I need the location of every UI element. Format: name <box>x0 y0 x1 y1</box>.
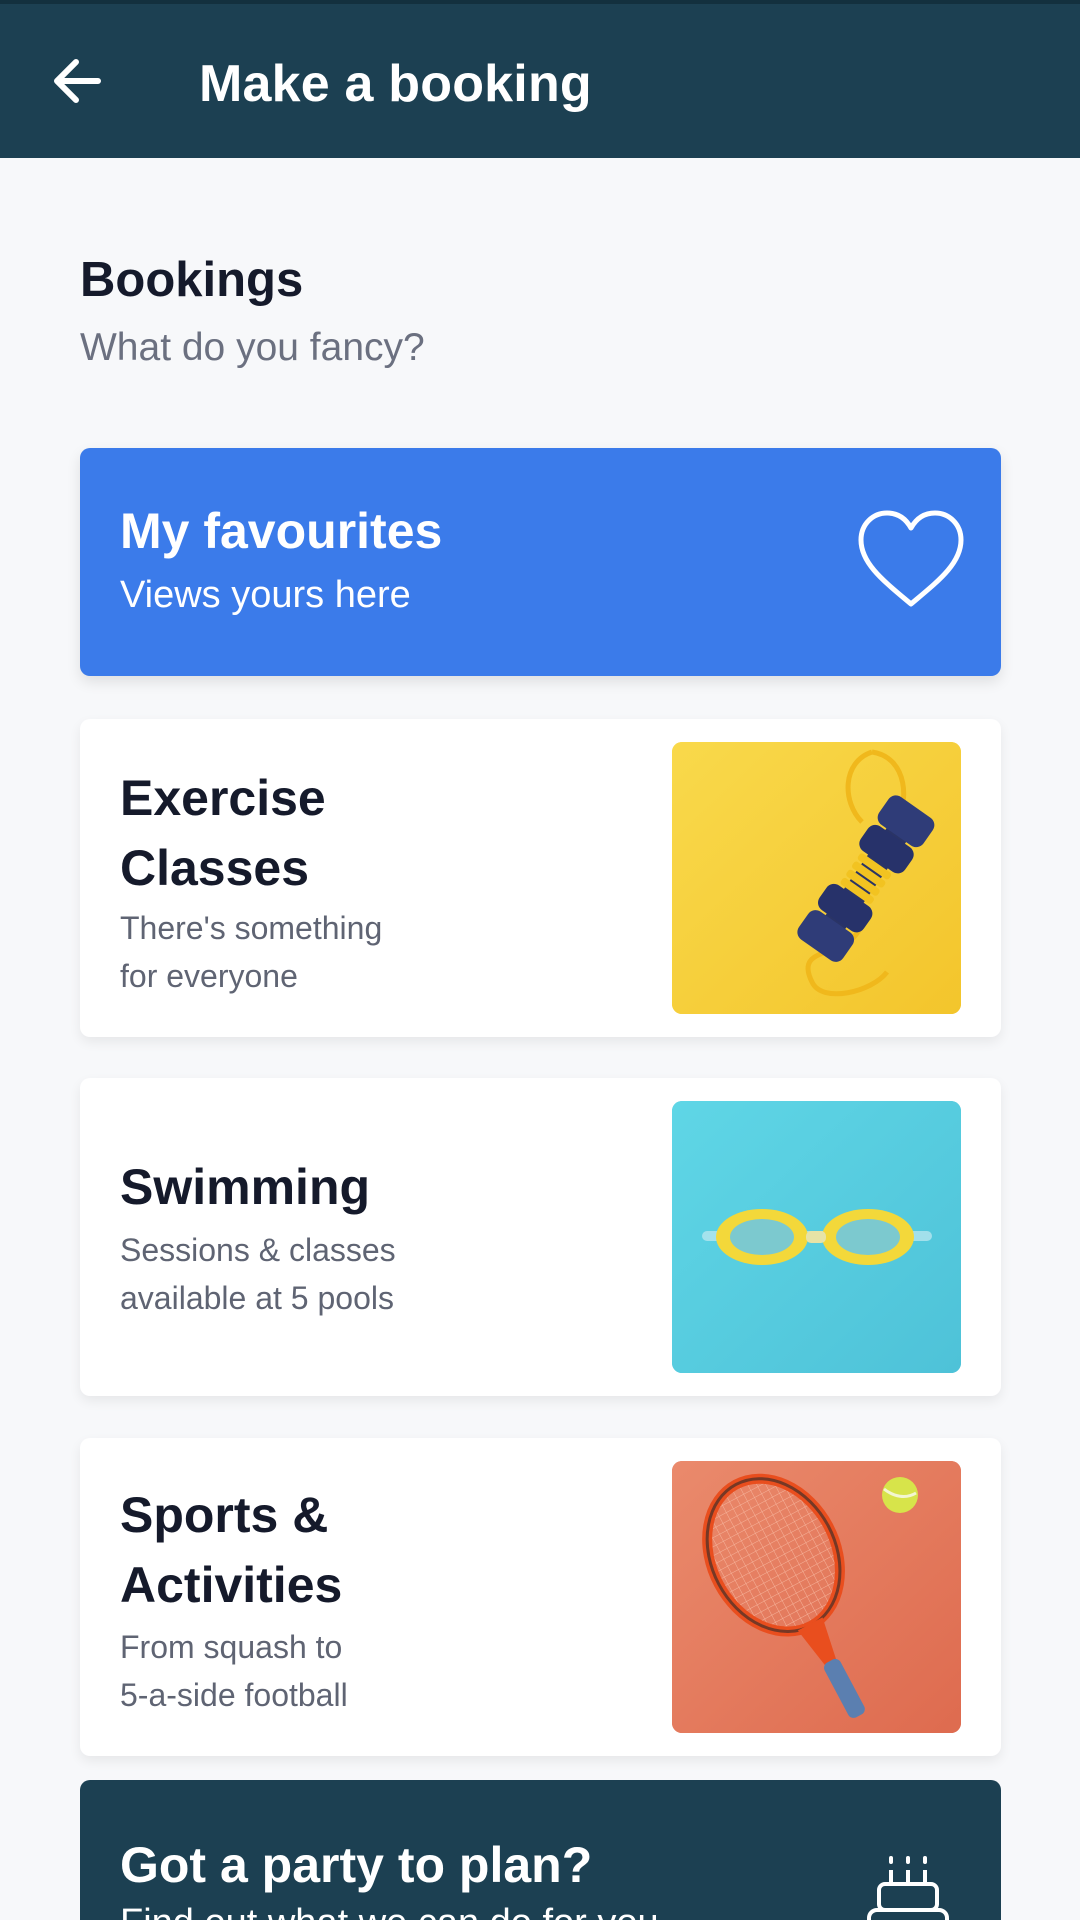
card-subtitle: for everyone <box>120 958 298 994</box>
section-title: Bookings <box>80 253 304 307</box>
party-title: Got a party to plan? <box>120 1837 593 1893</box>
card-title: Exercise <box>120 770 326 826</box>
party-card[interactable]: Got a party to plan? Find out what we ca… <box>80 1780 1001 1920</box>
heart-icon <box>858 510 964 607</box>
favourites-title: My favourites <box>120 503 443 559</box>
page-title: Make a booking <box>199 55 592 113</box>
section-subtitle: What do you fancy? <box>80 326 425 369</box>
card-subtitle: available at 5 pools <box>120 1280 394 1316</box>
card-title: Swimming <box>120 1159 371 1215</box>
tennis-racket-image <box>672 1461 961 1733</box>
arrow-left-icon <box>54 59 101 103</box>
card-subtitle: From squash to <box>120 1629 343 1665</box>
card-subtitle: There's something <box>120 910 383 946</box>
app-bar: Make a booking <box>0 0 1080 158</box>
sports-activities-card[interactable]: Sports & Activities From squash to 5-a-s… <box>80 1438 1001 1756</box>
cake-icon <box>867 1856 949 1920</box>
swim-goggles-image <box>672 1101 961 1373</box>
card-subtitle: 5-a-side football <box>120 1677 348 1713</box>
card-title: Classes <box>120 840 310 896</box>
swimming-card[interactable]: Swimming Sessions & classes available at… <box>80 1078 1001 1396</box>
dumbbells-image <box>672 742 961 1014</box>
party-subtitle: Find out what we can do for you <box>120 1902 659 1920</box>
card-title: Sports & <box>120 1487 329 1543</box>
exercise-classes-card[interactable]: Exercise Classes There's something for e… <box>80 719 1001 1037</box>
card-title: Activities <box>120 1557 343 1613</box>
favourites-subtitle: Views yours here <box>120 574 411 616</box>
favourites-card[interactable]: My favourites Views yours here <box>80 448 1001 676</box>
back-button[interactable] <box>40 44 114 118</box>
card-subtitle: Sessions & classes <box>120 1232 396 1268</box>
